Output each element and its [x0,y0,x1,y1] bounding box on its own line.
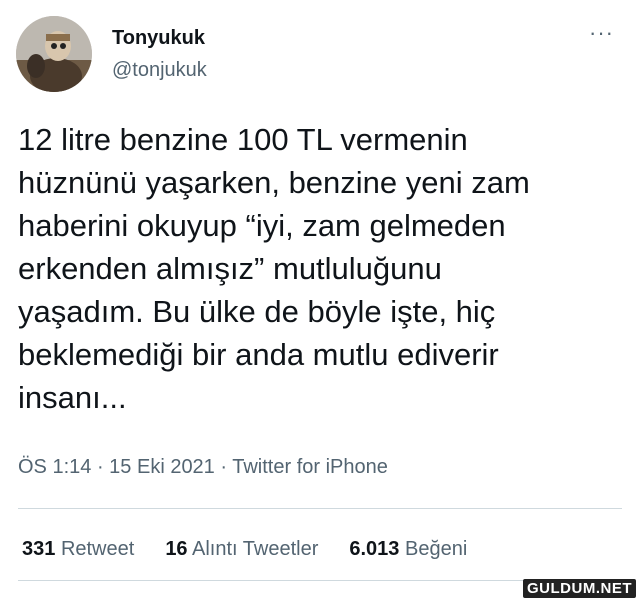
more-horizontal-icon[interactable]: ··· [589,22,614,44]
separator-dot: · [96,456,110,478]
avatar[interactable] [16,16,92,92]
quote-stat[interactable]: 16 Alıntı Tweetler [165,538,318,561]
tweet-text: 12 litre benzine 100 TL vermenin hüznünü… [18,122,530,415]
author-name[interactable]: Tonyukuk [112,27,205,50]
separator-dot: · [220,456,233,478]
like-count: 6.013 [349,538,400,560]
like-label: Beğeni [405,538,468,560]
tweet-time[interactable]: ÖS 1:14 [18,456,91,478]
divider [18,508,622,509]
author-handle[interactable]: @tonjukuk [112,59,207,82]
tweet-source[interactable]: Twitter for iPhone [232,456,388,478]
quote-count: 16 [165,538,188,560]
like-stat[interactable]: 6.013 Beğeni [349,538,467,561]
tweet-stats: 331 Retweet 16 Alıntı Tweetler 6.013 Beğ… [22,538,467,561]
tweet-meta: ÖS 1:14 · 15 Eki 2021 · Twitter for iPho… [18,456,388,479]
retweet-stat[interactable]: 331 Retweet [22,538,134,561]
avatar-image [16,16,92,92]
quote-label: Alıntı Tweetler [192,538,319,560]
retweet-label: Retweet [60,538,135,560]
retweet-count: 331 [22,538,56,560]
watermark: GULDUM.NET [523,579,636,598]
tweet-date[interactable]: 15 Eki 2021 [109,456,215,478]
